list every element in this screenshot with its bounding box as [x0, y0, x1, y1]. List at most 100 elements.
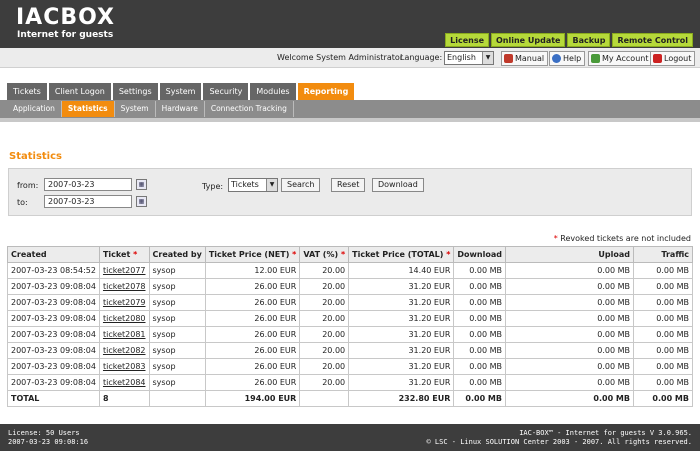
- table-cell: 0.00 MB: [632, 374, 694, 391]
- footer-datetime: 2007-03-23 09:08:16: [8, 438, 89, 446]
- calendar-icon[interactable]: ▦: [136, 179, 147, 190]
- ticket-link[interactable]: ticket2079: [103, 298, 146, 307]
- my-account-button[interactable]: My Account: [588, 51, 653, 66]
- top-menu-remote-control[interactable]: Remote Control: [612, 33, 693, 47]
- search-button[interactable]: Search: [281, 178, 321, 192]
- top-menu-backup[interactable]: Backup: [567, 33, 611, 47]
- table-row: 2007-03-23 09:08:04 ticket2083 sysop 26.00 …: [7, 358, 694, 375]
- tab-security[interactable]: Security: [203, 83, 249, 100]
- top-menu-license[interactable]: License: [445, 33, 489, 47]
- tab-tickets[interactable]: Tickets: [7, 83, 47, 100]
- tab-system[interactable]: System: [159, 83, 202, 100]
- language-label: Language:: [400, 53, 443, 62]
- table-cell: ticket2080: [98, 310, 150, 327]
- table-cell: 31.20 EUR: [348, 278, 455, 295]
- table-cell: 20.00: [299, 278, 350, 295]
- tab-reporting[interactable]: Reporting: [297, 83, 355, 100]
- logout-button[interactable]: Logout: [650, 51, 696, 66]
- subtab-statistics[interactable]: Statistics: [61, 101, 115, 117]
- table-cell: [299, 390, 350, 407]
- table-cell: 0.00 MB: [632, 278, 694, 295]
- col-upload[interactable]: Upload: [504, 246, 634, 263]
- ticket-link[interactable]: ticket2080: [103, 314, 146, 323]
- table-cell: sysop: [148, 294, 206, 311]
- table-cell: 0.00 MB: [453, 326, 506, 343]
- user-icon: [591, 54, 600, 63]
- help-button[interactable]: Help: [549, 51, 586, 66]
- subtab-hardware[interactable]: Hardware: [156, 101, 205, 117]
- col-price-total[interactable]: Ticket Price (TOTAL) *: [348, 246, 455, 263]
- top-menu-online-update[interactable]: Online Update: [491, 33, 566, 47]
- table-row: 2007-03-23 09:08:04 ticket2082 sysop 26.00 …: [7, 342, 694, 359]
- table-cell: 31.20 EUR: [348, 326, 455, 343]
- col-vat[interactable]: VAT (%) *: [299, 246, 350, 263]
- col-price-net[interactable]: Ticket Price (NET) *: [204, 246, 301, 263]
- table-cell: 31.20 EUR: [348, 358, 455, 375]
- calendar-icon[interactable]: ▦: [136, 196, 147, 207]
- ticket-link[interactable]: ticket2077: [103, 266, 146, 275]
- manual-button[interactable]: Manual: [501, 51, 549, 66]
- table-cell: 12.00 EUR: [204, 262, 301, 279]
- app-header: IACBOX Internet for guests License Onlin…: [0, 0, 700, 48]
- table-row: 2007-03-23 09:08:04 ticket2079 sysop 26.00 …: [7, 294, 694, 311]
- table-cell: 0.00 MB: [632, 342, 694, 359]
- logo: IACBOX: [16, 5, 116, 30]
- table-cell: sysop: [148, 374, 206, 391]
- table-cell: 0.00 MB: [504, 278, 634, 295]
- col-download[interactable]: Download: [453, 246, 506, 263]
- language-value: English: [447, 53, 476, 62]
- revoked-note: * Revoked tickets are not included: [553, 234, 691, 243]
- table-cell: TOTAL: [7, 390, 100, 407]
- subtab-connection-tracking[interactable]: Connection Tracking: [205, 101, 294, 117]
- table-cell: 31.20 EUR: [348, 310, 455, 327]
- ticket-link[interactable]: ticket2082: [103, 346, 146, 355]
- table-cell: 26.00 EUR: [204, 374, 301, 391]
- table-cell: 0.00 MB: [453, 310, 506, 327]
- table-row: 2007-03-23 09:08:04 ticket2078 sysop 26.00 …: [7, 278, 694, 295]
- col-created-by[interactable]: Created by: [148, 246, 206, 263]
- table-cell: 0.00 MB: [453, 294, 506, 311]
- table-cell: 0.00 MB: [632, 326, 694, 343]
- table-cell: 0.00 MB: [453, 262, 506, 279]
- download-button[interactable]: Download: [372, 178, 424, 192]
- ticket-link[interactable]: ticket2084: [103, 378, 146, 387]
- product-version: IAC-BOX™ - Internet for guests V 3.0.965…: [519, 429, 692, 437]
- table-cell: 31.20 EUR: [348, 374, 455, 391]
- page-title: Statistics: [9, 151, 62, 162]
- table-cell: 232.80 EUR: [348, 390, 455, 407]
- col-created[interactable]: Created: [7, 246, 100, 263]
- table-cell: 26.00 EUR: [204, 278, 301, 295]
- table-cell: 0.00 MB: [632, 294, 694, 311]
- tab-modules[interactable]: Modules: [250, 83, 296, 100]
- language-select[interactable]: English ▼: [444, 51, 494, 65]
- table-cell: ticket2084: [98, 374, 150, 391]
- table-cell: 0.00 MB: [504, 326, 634, 343]
- tab-settings[interactable]: Settings: [112, 83, 158, 100]
- col-traffic[interactable]: Traffic: [632, 246, 694, 263]
- help-icon: [552, 54, 561, 63]
- from-date-input[interactable]: 2007-03-23: [44, 178, 132, 191]
- table-cell: 20.00: [299, 358, 350, 375]
- table-cell: 20.00: [299, 262, 350, 279]
- table-cell: 20.00: [299, 342, 350, 359]
- table-cell: [148, 390, 206, 407]
- ticket-link[interactable]: ticket2078: [103, 282, 146, 291]
- subtab-application[interactable]: Application: [7, 101, 62, 117]
- table-cell: 0.00 MB: [632, 262, 694, 279]
- to-date-input[interactable]: 2007-03-23: [44, 195, 132, 208]
- table-cell: sysop: [148, 278, 206, 295]
- table-cell: 2007-03-23 09:08:04: [7, 326, 100, 343]
- reset-button[interactable]: Reset: [331, 178, 366, 192]
- table-cell: ticket2083: [98, 358, 150, 375]
- table-cell: 2007-03-23 09:08:04: [7, 374, 100, 391]
- table-cell: sysop: [148, 342, 206, 359]
- table-cell: 0.00 MB: [632, 310, 694, 327]
- subtab-system[interactable]: System: [115, 101, 156, 117]
- type-select[interactable]: Tickets ▼: [228, 178, 278, 192]
- tab-client-logon[interactable]: Client Logon: [48, 83, 111, 100]
- ticket-link[interactable]: ticket2083: [103, 362, 146, 371]
- ticket-link[interactable]: ticket2081: [103, 330, 146, 339]
- col-ticket[interactable]: Ticket *: [98, 246, 150, 263]
- book-icon: [504, 54, 513, 63]
- table-cell: 0.00 MB: [453, 374, 506, 391]
